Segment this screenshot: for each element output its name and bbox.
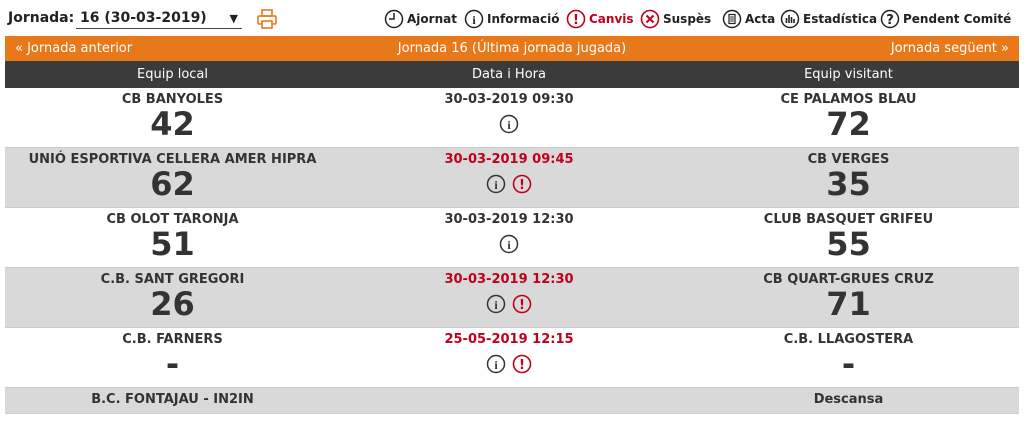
svg-text:i: i [507,118,511,132]
svg-text:!: ! [519,358,525,373]
match-datetime: 30-03-2019 09:30 [444,92,574,107]
header-home: Equip local [137,67,208,82]
bye-row: B.C. FONTAJAU - IN2IN Descansa [5,388,1019,414]
legend-canvis: ! Canvis [566,9,634,29]
clock-icon [384,9,404,29]
match-datetime: 30-03-2019 09:45 [444,152,574,167]
legend-ajornat: Ajornat [384,9,457,29]
dropdown-arrow-icon: ▼ [229,12,238,25]
away-score: - [841,345,856,383]
home-score: - [165,345,180,383]
header-datetime: Data i Hora [472,67,546,82]
match-row: CB BANYOLES 42 30-03-2019 09:30 i CE PAL… [5,88,1019,148]
jornada-select-value: 16 (30-03-2019) [80,10,207,26]
legend-suspes: Suspès [640,9,711,29]
header-away: Equip visitant [804,67,893,82]
exclamation-icon[interactable]: ! [512,294,532,314]
document-icon [722,9,742,29]
printer-icon[interactable] [256,9,278,29]
match-row: C.B. FARNERS - 25-05-2019 12:15 i ! C.B.… [5,328,1019,388]
svg-text:!: ! [573,13,579,28]
legend-acta: Acta [722,9,775,29]
table-header: Equip local Data i Hora Equip visitant [5,61,1019,88]
jornada-label: Jornada: [8,10,75,26]
jornada-nav: « Jornada anterior Jornada 16 (Última jo… [5,36,1019,61]
svg-text:i: i [494,298,498,312]
svg-text:!: ! [519,178,525,193]
away-score: 71 [826,285,871,323]
svg-text:i: i [507,238,511,252]
match-row: CB OLOT TARONJA 51 30-03-2019 12:30 i CL… [5,208,1019,268]
svg-text:?: ? [886,13,894,28]
svg-text:i: i [494,178,498,192]
home-score: 51 [150,225,195,263]
jornada-select[interactable]: 16 (30-03-2019) ▼ [76,8,242,29]
legend-informacio: i Informació [464,9,559,29]
toolbar: Jornada: 16 (30-03-2019) ▼ Ajornat i Inf… [0,0,1024,36]
info-icon[interactable]: i [499,114,519,134]
info-icon[interactable]: i [499,234,519,254]
match-row: UNIÓ ESPORTIVA CELLERA AMER HIPRA 62 30-… [5,148,1019,208]
match-datetime: 30-03-2019 12:30 [444,272,574,287]
current-jornada-title: Jornada 16 (Última jornada jugada) [397,41,627,56]
exclamation-icon: ! [566,9,586,29]
info-icon: i [464,9,484,29]
home-score: 26 [150,285,195,323]
legend-estadistica: Estadística [780,9,877,29]
match-datetime: 25-05-2019 12:15 [444,332,574,347]
match-row: C.B. SANT GREGORI 26 30-03-2019 12:30 i … [5,268,1019,328]
home-score: 42 [150,105,195,143]
info-icon[interactable]: i [486,354,506,374]
match-datetime: 30-03-2019 12:30 [444,212,574,227]
svg-text:!: ! [519,298,525,313]
cross-icon [640,9,660,29]
legend-pendent: ? Pendent Comité [880,9,1011,29]
svg-text:i: i [494,358,498,372]
info-icon[interactable]: i [486,174,506,194]
matches-table: CB BANYOLES 42 30-03-2019 09:30 i CE PAL… [5,88,1019,414]
exclamation-icon[interactable]: ! [512,354,532,374]
home-score: 62 [150,165,195,203]
bar-chart-icon [780,9,800,29]
away-score: 55 [826,225,871,263]
bye-label: Descansa [813,392,884,407]
svg-text:i: i [472,13,476,27]
question-icon: ? [880,9,900,29]
exclamation-icon[interactable]: ! [512,174,532,194]
next-jornada-link[interactable]: Jornada següent » [891,41,1009,56]
bye-team[interactable]: B.C. FONTAJAU - IN2IN [91,392,254,407]
away-score: 72 [826,105,871,143]
info-icon[interactable]: i [486,294,506,314]
away-score: 35 [826,165,871,203]
